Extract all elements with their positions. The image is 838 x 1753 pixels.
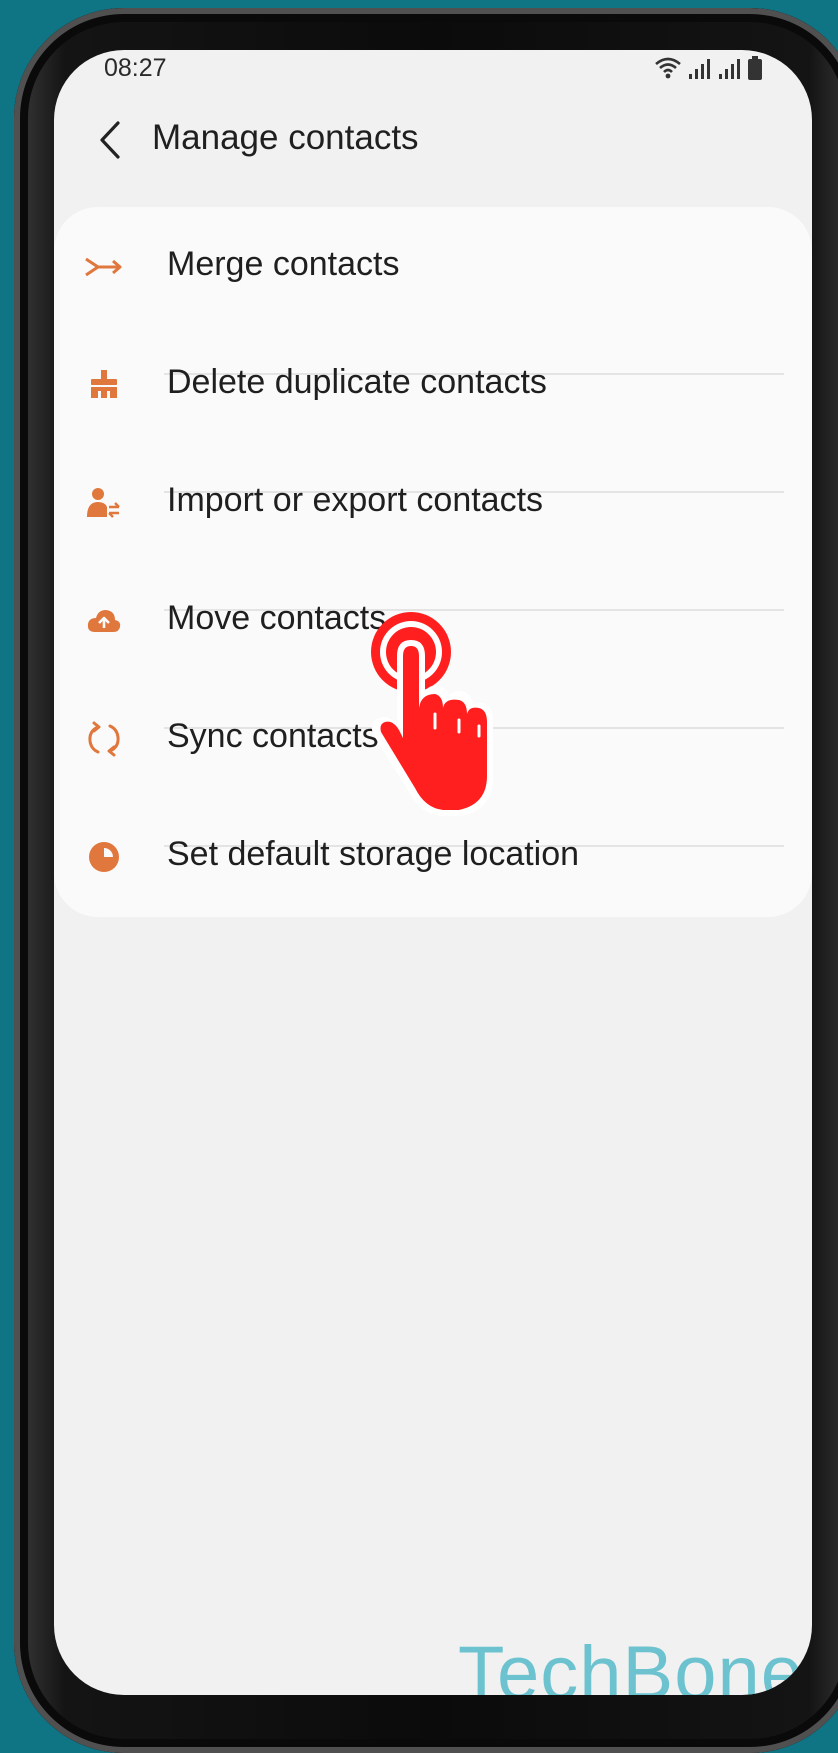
chevron-left-icon bbox=[100, 121, 120, 159]
sync-icon bbox=[84, 719, 124, 759]
page-title: Manage contacts bbox=[152, 118, 419, 157]
cloud-upload-icon bbox=[84, 601, 124, 641]
menu-item-import-export-contacts[interactable]: Import or export contacts bbox=[54, 443, 812, 561]
back-button[interactable] bbox=[86, 110, 134, 170]
watermark: TechBone bbox=[458, 1631, 805, 1695]
menu-item-delete-duplicate-contacts[interactable]: Delete duplicate contacts bbox=[54, 325, 812, 443]
signal-icon-2 bbox=[719, 59, 740, 79]
menu-item-label: Delete duplicate contacts bbox=[167, 363, 547, 401]
menu-item-label: Merge contacts bbox=[167, 245, 400, 283]
status-bar: 08:27 bbox=[54, 50, 812, 100]
pie-storage-icon bbox=[84, 837, 124, 877]
phone-screen: 08:27 Manage contacts Merge contacts Del… bbox=[54, 50, 812, 1695]
status-time: 08:27 bbox=[104, 54, 167, 82]
menu-item-label: Import or export contacts bbox=[167, 481, 544, 519]
person-transfer-icon bbox=[84, 483, 124, 523]
merge-icon bbox=[84, 247, 124, 287]
battery-icon bbox=[748, 56, 762, 80]
menu-item-merge-contacts[interactable]: Merge contacts bbox=[54, 207, 812, 325]
broom-icon bbox=[84, 365, 124, 405]
tap-hand-icon bbox=[369, 610, 499, 825]
wifi-icon bbox=[655, 57, 681, 79]
status-icons bbox=[654, 56, 762, 80]
menu-item-label: Set default storage location bbox=[167, 835, 580, 873]
menu-item-label: Sync contacts bbox=[167, 717, 379, 755]
menu-item-label: Move contacts bbox=[167, 599, 387, 637]
signal-icon bbox=[689, 59, 710, 79]
